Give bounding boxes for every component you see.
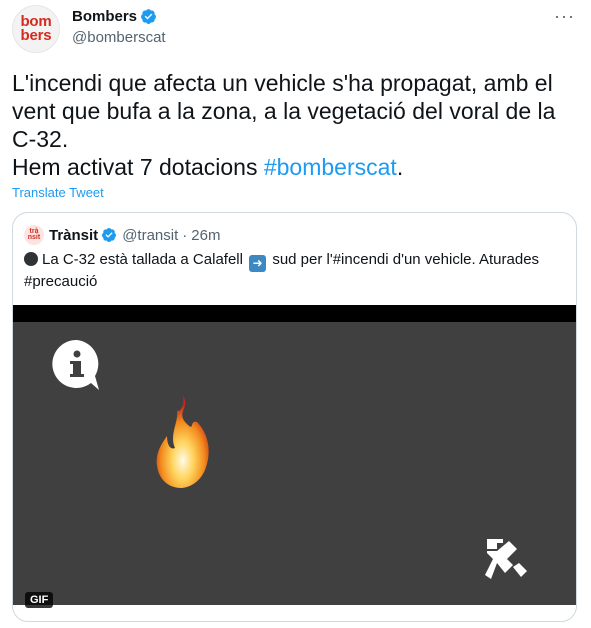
gif-frame[interactable]: GIF (13, 322, 576, 608)
quoted-tweet-header: trà nsit Trànsit @transit · 26m (24, 225, 220, 245)
author-avatar[interactable]: bom bers (12, 5, 60, 53)
gavel-expand-icon (485, 539, 527, 579)
tweet-text-period: . (396, 154, 404, 180)
quoted-tweet-text: La C-32 està tallada a Calafell ➜ sud pe… (24, 250, 569, 292)
author-name-row[interactable]: Bombers (72, 8, 157, 25)
verified-badge-icon (102, 228, 117, 242)
author-handle[interactable]: @bomberscat (72, 29, 166, 46)
tweet-text: L'incendi que afecta un vehicle s'ha pro… (12, 69, 582, 181)
gif-badge: GIF (25, 592, 54, 608)
quoted-handle[interactable]: @transit (122, 227, 178, 244)
avatar-logo-text: bom bers (20, 14, 52, 44)
translate-tweet-link[interactable]: Translate Tweet (12, 185, 104, 200)
verified-badge-icon (141, 9, 156, 24)
hashtag-link[interactable]: #bomberscat (264, 154, 397, 180)
quoted-avatar-logo: trà nsit (27, 228, 41, 241)
avatar-logo-line: bers (20, 27, 52, 44)
tweet-text-line1: L'incendi que afecta un vehicle s'ha pro… (12, 70, 556, 152)
right-arrow-icon: ➜ (249, 255, 267, 272)
quoted-display-name[interactable]: Trànsit (49, 227, 98, 244)
quoted-timestamp[interactable]: 26m (191, 227, 220, 244)
quoted-separator: · (182, 226, 188, 244)
black-circle-icon (24, 252, 38, 266)
info-speech-bubble-icon (52, 339, 99, 390)
fire-icon (156, 396, 209, 488)
quoted-tweet-card[interactable]: trà nsit Trànsit @transit · 26m La C-32 e… (12, 212, 577, 622)
tweet-text-line2: Hem activat 7 dotacions (12, 154, 264, 180)
quoted-avatar[interactable]: trà nsit (24, 225, 44, 245)
quoted-text-part1: La C-32 està tallada a Calafell (42, 251, 243, 268)
author-display-name[interactable]: Bombers (72, 8, 137, 25)
more-dots-icon[interactable]: ··· (554, 6, 575, 27)
quoted-media-gif[interactable]: GIF (13, 305, 576, 608)
